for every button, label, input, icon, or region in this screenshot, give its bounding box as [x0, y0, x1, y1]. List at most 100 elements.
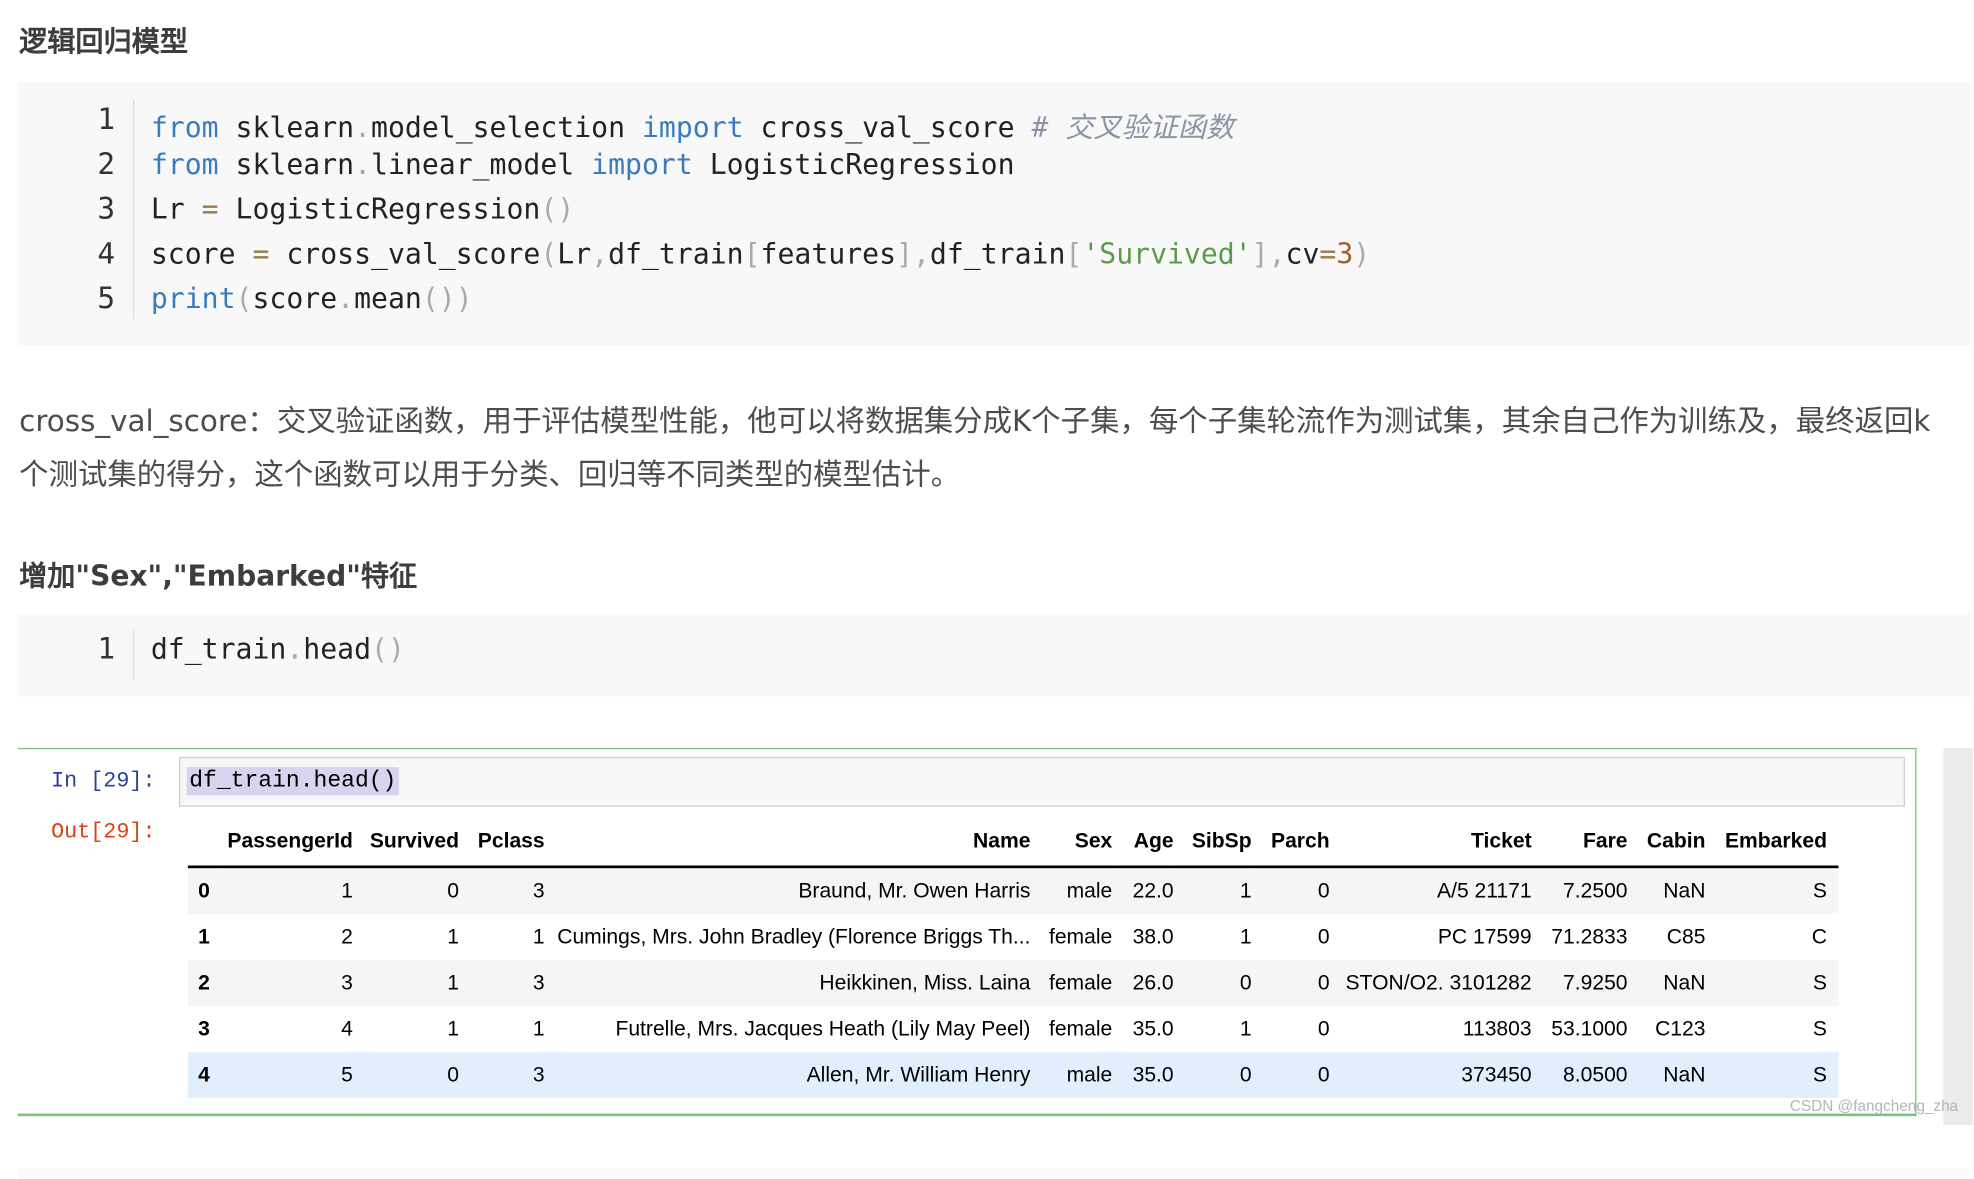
table-cell: 1	[447, 924, 459, 949]
table-cell: 113803	[1462, 1017, 1532, 1041]
table-header-row: PassengerId Survived Pclass Name Sex Age SibSp…	[187, 818, 1839, 869]
row-pad	[1827, 914, 1839, 960]
table-cell: Heikkinen, Miss. Laina	[544, 960, 1031, 1007]
watermark: CSDN @fangcheng_zha	[1789, 1096, 1959, 1115]
code-token: ())	[421, 283, 473, 316]
column-header: SibSp	[1173, 818, 1252, 869]
row-index: 3	[198, 1017, 210, 1041]
table-cell: male	[1030, 866, 1113, 915]
table-cell: A/5 21171	[1329, 866, 1532, 915]
table-cell: 2	[341, 924, 353, 949]
code-line: from sklearn.linear_model import Logisti…	[151, 150, 1015, 182]
table-cell: 0	[1173, 1052, 1252, 1099]
table-cell: 0	[352, 866, 459, 915]
code-token: LogisticRegression	[218, 194, 541, 227]
table-cell: C85	[1666, 924, 1706, 949]
line-number: 2	[97, 148, 116, 182]
column-header: Embarked	[1705, 818, 1827, 869]
table-cell: NaN	[1627, 1052, 1706, 1099]
code-token: 3	[1336, 239, 1354, 272]
table-cell: female	[1048, 924, 1113, 949]
code-token: mean	[354, 283, 422, 316]
table-cell: 0	[1251, 960, 1330, 1007]
code-token: import	[591, 149, 693, 182]
code-token: score	[150, 239, 253, 272]
column-header: Sex	[1030, 818, 1113, 869]
table-cell: S	[1705, 1052, 1827, 1099]
table-cell: 7.2500	[1531, 866, 1628, 915]
code-block-1: 1 from sklearn.model_selection import cro…	[17, 81, 1972, 346]
table-row: 1 2 1 1 Cumings, Mrs. John Bradley (Florence…	[188, 914, 1839, 960]
code-token: print	[150, 283, 236, 316]
line-number: 5	[97, 282, 116, 316]
code-token: ()	[371, 634, 405, 667]
code-token: from	[150, 149, 219, 182]
table-cell: 0	[1317, 924, 1330, 949]
table-cell: 0	[1173, 960, 1252, 1007]
code-token: (	[540, 239, 558, 272]
table-row: 4 5 0 3 Allen, Mr. William Henry male 35.0 0 0 37…	[187, 1052, 1839, 1099]
code-token: ,	[1268, 239, 1286, 272]
row-index: 0	[187, 866, 218, 915]
code-token: LogisticRegression	[692, 149, 1015, 182]
column-header	[187, 818, 218, 869]
code-token: df_train	[608, 239, 744, 272]
code-token: 'Survived'	[1082, 239, 1252, 272]
table-cell: 22.0	[1112, 866, 1174, 915]
code-token: # 交叉验证函数	[1031, 112, 1235, 145]
header-pad	[1826, 818, 1839, 869]
table-cell: 8.0500	[1531, 1052, 1628, 1099]
table-cell: 1	[1239, 1017, 1252, 1041]
code-token: ]	[1251, 239, 1269, 272]
code-token: cv	[1285, 239, 1320, 272]
column-header: Name	[544, 818, 1031, 869]
table-cell: 53.1000	[1551, 1017, 1628, 1041]
table-cell: female	[1048, 1017, 1113, 1041]
table-cell: S	[1705, 960, 1827, 1007]
code-line: from sklearn.model_selection import cros…	[151, 105, 1234, 146]
row-pad	[1826, 960, 1839, 1007]
column-header: Fare	[1531, 818, 1628, 869]
section-heading-add-features: 增加"Sex","Embarked"特征	[19, 561, 418, 594]
code-token: .	[286, 634, 304, 667]
line-number: 1	[97, 103, 116, 137]
code-token: =	[1319, 239, 1337, 272]
column-header: Survived	[352, 818, 459, 869]
column-header: Pclass	[458, 818, 545, 869]
code-token: [	[1065, 239, 1083, 272]
table-cell: 1	[352, 960, 459, 1007]
column-header: Age	[1112, 818, 1174, 869]
line-number: 1	[97, 632, 116, 667]
code-line: df_train.head()	[151, 634, 405, 666]
table-cell: 4	[341, 1017, 353, 1041]
table-cell: Allen, Mr. William Henry	[544, 1052, 1031, 1099]
table-cell: 0	[1251, 1052, 1330, 1099]
code-token: Lr	[557, 239, 592, 272]
table-cell: 5	[217, 1052, 353, 1099]
table-cell: 3	[217, 960, 353, 1007]
scrollbar[interactable]	[1943, 747, 1973, 1126]
cell-input-editor[interactable]	[178, 756, 1905, 807]
table-cell: Futrelle, Mrs. Jacques Heath (Lily May P…	[615, 1017, 1031, 1041]
row-pad	[1826, 866, 1839, 915]
code-token: features	[760, 239, 897, 272]
code-line: score = cross_val_score(Lr,df_train[feat…	[151, 239, 1370, 271]
cell-input-code[interactable]: df_train.head()	[186, 767, 399, 796]
table-cell: PC 17599	[1437, 924, 1532, 949]
table-row: 3 4 1 1 Futrelle, Mrs. Jacques Heath (Lily M…	[188, 1006, 1839, 1052]
section-heading-logistic-regression: 逻辑回归模型	[19, 26, 188, 59]
code-token: =	[252, 239, 270, 272]
table-cell: STON/O2. 3101282	[1329, 960, 1532, 1007]
row-pad	[1827, 1006, 1839, 1052]
table-cell: 71.2833	[1551, 924, 1628, 949]
table-cell: C123	[1655, 1017, 1706, 1041]
code-token: )	[1353, 239, 1371, 272]
table-cell: 0	[352, 1052, 459, 1099]
code-token: ,	[591, 239, 609, 272]
line-number: 4	[97, 237, 116, 272]
code-line: print(score.mean())	[151, 284, 473, 316]
code-token: from	[150, 112, 219, 145]
code-token: Lr	[150, 194, 202, 227]
code-token: ]	[896, 239, 913, 272]
description-paragraph: cross_val_score：交叉验证函数，用于评估模型性能，他可以将数据集分…	[19, 405, 1931, 493]
